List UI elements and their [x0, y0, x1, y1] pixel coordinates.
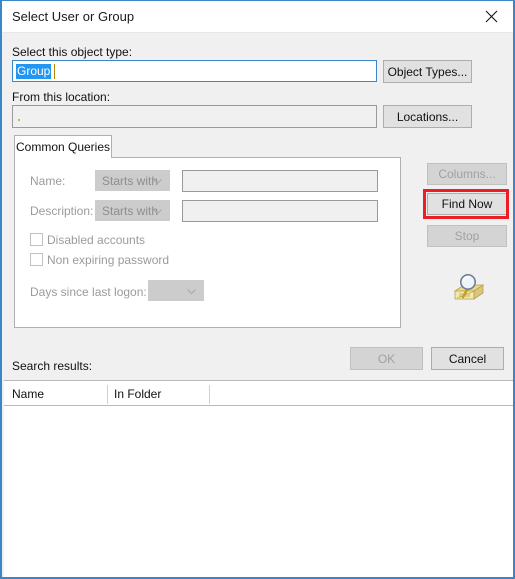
close-icon[interactable] [469, 1, 513, 31]
magnifier-search-icon [448, 271, 486, 305]
description-operator-select[interactable]: Starts with [95, 200, 170, 221]
window-title: Select User or Group [12, 9, 135, 24]
results-column-in-folder[interactable]: In Folder [114, 387, 161, 401]
object-type-label: Select this object type: [12, 45, 133, 59]
close-x-glyph [485, 10, 497, 22]
disabled-accounts-checkbox[interactable] [30, 233, 43, 246]
description-value-input[interactable] [182, 200, 378, 222]
chevron-down-icon [153, 178, 162, 184]
cancel-button[interactable]: Cancel [431, 347, 504, 370]
name-operator-select[interactable]: Starts with [95, 170, 170, 191]
results-list-header: Name In Folder [4, 380, 513, 406]
locations-button[interactable]: Locations... [383, 105, 472, 128]
text-caret [54, 64, 55, 79]
chevron-down-icon [153, 208, 162, 214]
non-expiring-password-checkbox[interactable] [30, 253, 43, 266]
description-operator-value: Starts with [102, 203, 159, 218]
description-label: Description: [30, 204, 94, 218]
name-operator-value: Starts with [102, 173, 159, 188]
object-type-input[interactable]: Group [12, 60, 377, 82]
location-input[interactable] [12, 105, 377, 128]
select-user-or-group-dialog: Select User or Group Select this object … [0, 0, 515, 579]
column-divider[interactable] [107, 385, 108, 404]
location-cursor-mark [18, 119, 20, 121]
name-label: Name: [30, 174, 66, 188]
name-value-input[interactable] [182, 170, 378, 192]
find-now-button[interactable]: Find Now [427, 193, 507, 215]
tab-common-queries[interactable]: Common Queries [14, 135, 112, 158]
stop-button[interactable]: Stop [427, 225, 507, 247]
chevron-down-icon [187, 288, 196, 294]
results-column-name[interactable]: Name [12, 387, 44, 401]
days-since-last-logon-label: Days since last logon: [30, 285, 147, 299]
ok-button[interactable]: OK [350, 347, 423, 370]
column-divider[interactable] [209, 385, 210, 404]
disabled-accounts-label: Disabled accounts [47, 233, 146, 247]
magnifier-search-glyph [454, 274, 485, 300]
results-list-body[interactable] [4, 406, 513, 577]
object-types-button[interactable]: Object Types... [383, 60, 472, 83]
search-results-label: Search results: [12, 359, 93, 373]
object-type-input-value: Group [16, 64, 52, 79]
non-expiring-password-label: Non expiring password [47, 253, 170, 267]
days-since-last-logon-select[interactable] [148, 280, 204, 301]
title-bar: Select User or Group [2, 1, 513, 33]
columns-button[interactable]: Columns... [427, 163, 507, 185]
location-label: From this location: [12, 90, 111, 104]
